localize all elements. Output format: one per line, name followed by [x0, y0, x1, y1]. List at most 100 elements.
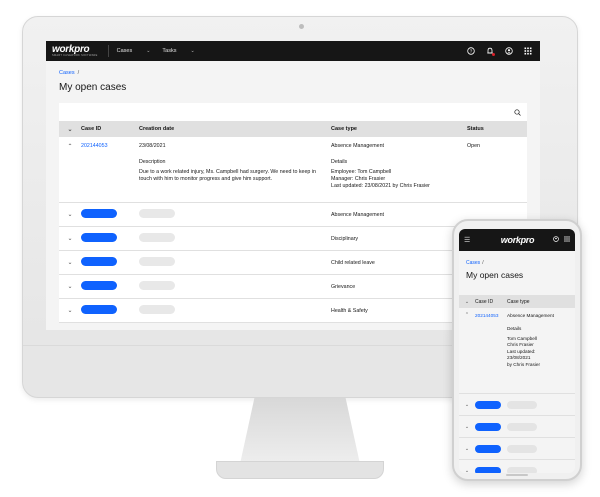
notification-bell-icon[interactable]: [486, 47, 495, 56]
app-switcher-icon[interactable]: [524, 47, 532, 55]
help-icon[interactable]: ?: [467, 47, 475, 55]
chevron-down-icon[interactable]: ⌄: [459, 424, 475, 430]
date-placeholder: [139, 209, 175, 218]
device-mockup: workpro SMART CASEWORK SOFTWARE Cases ⌄ …: [0, 0, 600, 497]
nav-tasks[interactable]: Tasks ⌄: [162, 48, 194, 54]
detail-manager: Manager: Chris Frasier: [331, 176, 386, 183]
expand-all-chevron-icon[interactable]: ⌄: [59, 126, 81, 133]
nav-cases[interactable]: Cases ⌄: [117, 48, 151, 54]
home-indicator: [506, 474, 528, 476]
mobile-cases-table: ⌄ Case ID Case type ⌃ 202144053 Absence …: [459, 295, 575, 473]
description-text: Due to a work related injury, Ms. Campbe…: [139, 169, 316, 183]
search-icon[interactable]: [514, 103, 521, 121]
notification-dot: [492, 53, 495, 56]
camera-dot: [299, 24, 304, 29]
case-id-placeholder: [475, 422, 501, 431]
breadcrumb-separator: /: [77, 70, 80, 76]
mobile-phone: ☰ workpro Cases / My open cases ⌄ Case I…: [452, 219, 582, 481]
mobile-details-label: Details: [507, 326, 522, 331]
hamburger-menu-icon[interactable]: ☰: [464, 236, 482, 244]
date-placeholder: [139, 305, 175, 314]
monitor-stand: [240, 398, 360, 464]
case-id-placeholder: [81, 257, 117, 266]
chevron-down-icon[interactable]: ⌄: [459, 446, 475, 452]
mobile-column-header-case-id[interactable]: Case ID: [475, 299, 507, 305]
mobile-breadcrumb-separator: /: [482, 260, 484, 266]
mobile-detail-manager: Chris Frasier: [507, 342, 534, 348]
chevron-down-icon[interactable]: ⌄: [59, 283, 81, 290]
mobile-detail-last-updated-date: 23/08/2021: [507, 355, 531, 361]
mobile-breadcrumb: Cases /: [459, 251, 575, 266]
mobile-case-details: Details Tom Campbell Chris Frasier Last …: [507, 326, 540, 368]
case-type-placeholder: [507, 400, 537, 409]
mobile-table-row[interactable]: ⌄: [459, 416, 575, 438]
case-id-link[interactable]: 202144053: [81, 143, 139, 149]
header-divider: [107, 45, 109, 57]
case-status: Open: [467, 143, 480, 149]
case-type-placeholder: [507, 466, 537, 473]
case-type: Child related leave: [331, 259, 375, 266]
workpro-logo[interactable]: workpro: [482, 235, 553, 245]
mobile-detail-employee: Tom Campbell: [507, 335, 537, 341]
detail-employee: Employee: Tom Campbell: [331, 169, 392, 176]
table-row-expanded[interactable]: ⌃ 202144053 23/08/2021 Absence Managemen…: [59, 137, 527, 203]
user-profile-icon[interactable]: [505, 47, 513, 55]
mobile-table-row[interactable]: ⌄: [459, 460, 575, 473]
date-placeholder: [139, 281, 175, 290]
description-label: Description: [139, 159, 166, 165]
case-id-placeholder: [81, 305, 117, 314]
case-description: Description Due to a work related injury…: [139, 159, 327, 183]
breadcrumb: Cases /: [46, 61, 540, 76]
case-type: Absence Management: [331, 211, 385, 218]
app-switcher-icon[interactable]: [564, 236, 570, 244]
column-header-creation-date[interactable]: Creation date: [139, 126, 331, 132]
workpro-logo[interactable]: workpro SMART CASEWORK SOFTWARE: [52, 44, 98, 58]
mobile-case-type: Absence Management: [507, 312, 554, 318]
mobile-table-row[interactable]: ⌄: [459, 438, 575, 460]
header-actions: ?: [467, 47, 540, 56]
creation-date: 23/08/2021: [139, 143, 166, 149]
expand-all-chevron-icon[interactable]: ⌄: [459, 299, 475, 305]
chevron-down-icon[interactable]: ⌄: [59, 211, 81, 218]
mobile-table-row-expanded[interactable]: ⌃ 202144053 Absence Management Details T…: [459, 308, 575, 394]
case-id-placeholder: [81, 233, 117, 242]
mobile-column-header-case-type[interactable]: Case type: [507, 299, 530, 305]
chevron-down-icon[interactable]: ⌄: [59, 259, 81, 266]
case-type: Absence Management: [331, 143, 385, 149]
case-details: Details Employee: Tom Campbell Manager: …: [331, 159, 471, 191]
chevron-down-icon[interactable]: ⌄: [459, 402, 475, 408]
chevron-down-icon[interactable]: ⌄: [59, 235, 81, 242]
chevron-up-icon[interactable]: ⌃: [459, 312, 475, 318]
case-type-placeholder: [507, 422, 537, 431]
table-header: ⌄ Case ID Creation date Case type Status: [59, 121, 527, 137]
details-label: Details: [331, 159, 348, 165]
nav-tasks-label: Tasks: [162, 48, 177, 54]
chevron-up-icon[interactable]: ⌃: [59, 143, 81, 150]
column-header-case-id[interactable]: Case ID: [81, 126, 139, 132]
case-id-placeholder: [475, 400, 501, 409]
column-header-status[interactable]: Status: [467, 126, 527, 132]
case-type: Disciplinary: [331, 235, 359, 242]
mobile-detail-last-updated-by: by Chris Frasier: [507, 361, 541, 367]
case-id-placeholder: [475, 444, 501, 453]
breadcrumb-cases-link[interactable]: Cases: [59, 70, 75, 76]
case-id-placeholder: [475, 466, 501, 473]
mobile-breadcrumb-cases-link[interactable]: Cases: [466, 260, 480, 266]
chevron-down-icon[interactable]: ⌄: [59, 307, 81, 314]
date-placeholder: [139, 257, 175, 266]
user-profile-icon[interactable]: [553, 236, 559, 244]
case-type: Health & Safety: [331, 307, 368, 314]
chevron-down-icon[interactable]: ⌄: [459, 468, 475, 474]
mobile-header: ☰ workpro: [459, 229, 575, 251]
mobile-table-row[interactable]: ⌄: [459, 394, 575, 416]
app-header: workpro SMART CASEWORK SOFTWARE Cases ⌄ …: [46, 41, 540, 61]
column-header-case-type[interactable]: Case type: [331, 126, 467, 132]
monitor-base: [216, 461, 384, 479]
svg-text:?: ?: [470, 49, 473, 54]
date-placeholder: [139, 233, 175, 242]
case-type-placeholder: [507, 444, 537, 453]
page-title: My open cases: [59, 82, 127, 93]
mobile-table-header: ⌄ Case ID Case type: [459, 295, 575, 308]
mobile-case-id-link[interactable]: 202144053: [475, 313, 507, 318]
case-type: Grievance: [331, 283, 356, 290]
